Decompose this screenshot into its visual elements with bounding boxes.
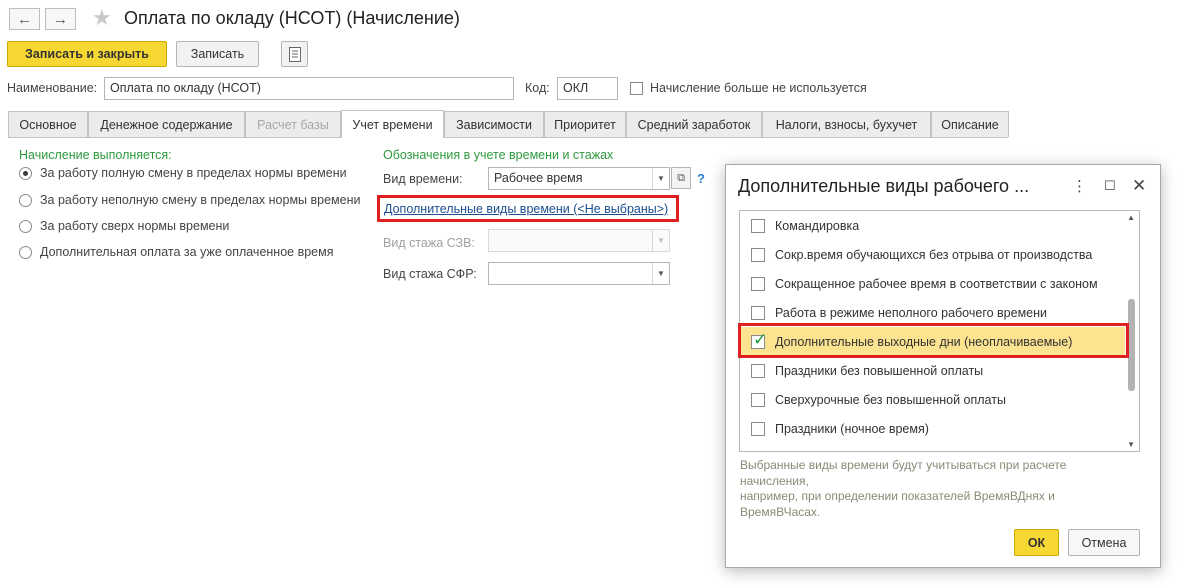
list-item[interactable]: Праздники (ночное время): [740, 414, 1125, 443]
item-checkbox[interactable]: [751, 276, 765, 291]
dialog-title: Дополнительные виды рабочего ...: [738, 176, 1030, 196]
chevron-down-icon: ▼: [652, 230, 669, 251]
extra-time-types-link[interactable]: Дополнительные виды времени (<Не выбраны…: [384, 202, 668, 216]
hint-line: ВремяВЧасах.: [740, 504, 821, 519]
close-icon[interactable]: ✕: [1132, 176, 1146, 196]
tab-divider: [8, 137, 1008, 138]
scrollbar-thumb[interactable]: [1128, 299, 1135, 391]
list-item[interactable]: Сокращенное рабочее время в соответствии…: [740, 269, 1125, 298]
item-label: Праздники без повышенной оплаты: [775, 363, 984, 378]
arrow-right-icon: →: [53, 10, 68, 28]
vertical-dots-icon[interactable]: ⋮: [1072, 177, 1087, 195]
chevron-down-icon[interactable]: ▼: [652, 168, 669, 189]
radio-additional-pay-label: Дополнительная оплата за уже оплаченное …: [40, 245, 334, 259]
open-window-icon: ⧉: [677, 171, 685, 184]
item-label: Праздники (ночное время): [775, 421, 929, 436]
list-item[interactable]: Сверхурочные без повышенной оплаты: [740, 385, 1125, 414]
report-button[interactable]: [281, 41, 308, 67]
radio-part-shift[interactable]: [19, 194, 32, 207]
unused-label: Начисление больше не используется: [650, 81, 867, 95]
item-label: Сокращенное рабочее время в соответствии…: [775, 276, 1098, 291]
open-time-type-button[interactable]: ⧉: [671, 167, 691, 189]
hint-line: например, при определении показателей Вр…: [740, 489, 1055, 503]
save-and-close-button[interactable]: Записать и закрыть: [7, 41, 167, 67]
tab-main[interactable]: Основное: [8, 111, 88, 137]
item-label: Командировка: [775, 218, 860, 233]
chevron-down-icon[interactable]: ▼: [652, 263, 669, 284]
tab-base-calc[interactable]: Расчет базы: [245, 111, 341, 137]
time-type-value: Рабочее время: [494, 171, 583, 185]
window-title: Оплата по окладу (НСОТ) (Начисление): [124, 8, 460, 28]
code-field[interactable]: ОКЛ: [557, 77, 618, 100]
name-field[interactable]: Оплата по окладу (НСОТ): [104, 77, 514, 100]
tab-taxes[interactable]: Налоги, взносы, бухучет: [762, 111, 931, 137]
item-checkbox[interactable]: [751, 421, 765, 436]
maximize-icon[interactable]: ☐: [1104, 178, 1116, 194]
list-item[interactable]: Сокр.время обучающихся без отрыва от про…: [740, 240, 1125, 269]
dialog-hint: Выбранные виды времени будут учитываться…: [740, 458, 1140, 520]
radio-full-shift[interactable]: [19, 167, 32, 180]
sfr-label: Вид стажа СФР:: [383, 267, 477, 281]
document-list-icon: [288, 46, 301, 62]
radio-overtime-label: За работу сверх нормы времени: [40, 219, 230, 233]
forward-button[interactable]: →: [45, 8, 76, 30]
list-item[interactable]: Командировка: [740, 211, 1125, 240]
tab-average-earnings[interactable]: Средний заработок: [626, 111, 762, 137]
name-label: Наименование:: [7, 81, 98, 95]
tab-description[interactable]: Описание: [931, 111, 1009, 137]
radio-overtime[interactable]: [19, 220, 32, 233]
radio-additional-pay[interactable]: [19, 246, 32, 259]
item-label: Сверхурочные без повышенной оплаты: [775, 392, 1006, 407]
item-checkbox[interactable]: [751, 218, 765, 233]
save-button[interactable]: Записать: [176, 41, 259, 67]
item-checkbox[interactable]: [751, 363, 765, 378]
highlight-frame-item: [738, 323, 1129, 358]
arrow-left-icon: ←: [17, 10, 32, 28]
hint-line: Выбранные виды времени будут учитываться…: [740, 458, 1067, 472]
tab-time-accounting[interactable]: Учет времени: [341, 110, 444, 138]
accrual-heading: Начисление выполняется:: [19, 148, 172, 162]
time-type-label: Вид времени:: [383, 172, 463, 186]
ok-button[interactable]: ОК: [1014, 529, 1059, 556]
hint-line: начисления,: [740, 473, 809, 488]
tab-priority[interactable]: Приоритет: [544, 111, 626, 137]
designations-heading: Обозначения в учете времени и стажах: [383, 148, 614, 162]
item-checkbox[interactable]: [751, 392, 765, 407]
back-button[interactable]: ←: [9, 8, 40, 30]
help-icon[interactable]: ?: [697, 171, 705, 186]
tab-dependencies[interactable]: Зависимости: [444, 111, 544, 137]
tab-monetary[interactable]: Денежное содержание: [88, 111, 245, 137]
cancel-button[interactable]: Отмена: [1068, 529, 1140, 556]
item-label: Работа в режиме неполного рабочего време…: [775, 305, 1048, 320]
radio-part-shift-label: За работу неполную смену в пределах норм…: [40, 193, 361, 207]
szv-label: Вид стажа СЗВ:: [383, 236, 475, 250]
szv-field[interactable]: ▼: [488, 229, 670, 252]
list-item[interactable]: Праздники без повышенной оплаты: [740, 356, 1125, 385]
item-checkbox[interactable]: [751, 247, 765, 262]
scroll-down-icon[interactable]: ▼: [1127, 440, 1135, 449]
item-checkbox[interactable]: [751, 305, 765, 320]
favorite-star-icon[interactable]: ★: [92, 5, 112, 31]
unused-checkbox[interactable]: [630, 82, 643, 95]
scroll-up-icon[interactable]: ▲: [1127, 213, 1135, 222]
item-label: Сокр.время обучающихся без отрыва от про…: [775, 247, 1093, 262]
code-label: Код:: [525, 81, 550, 95]
extra-time-types-dialog: Дополнительные виды рабочего ... ⋮ ☐ ✕ К…: [725, 164, 1161, 568]
sfr-field[interactable]: ▼: [488, 262, 670, 285]
radio-full-shift-label: За работу полную смену в пределах нормы …: [40, 166, 347, 180]
time-type-field[interactable]: Рабочее время ▼: [488, 167, 670, 190]
